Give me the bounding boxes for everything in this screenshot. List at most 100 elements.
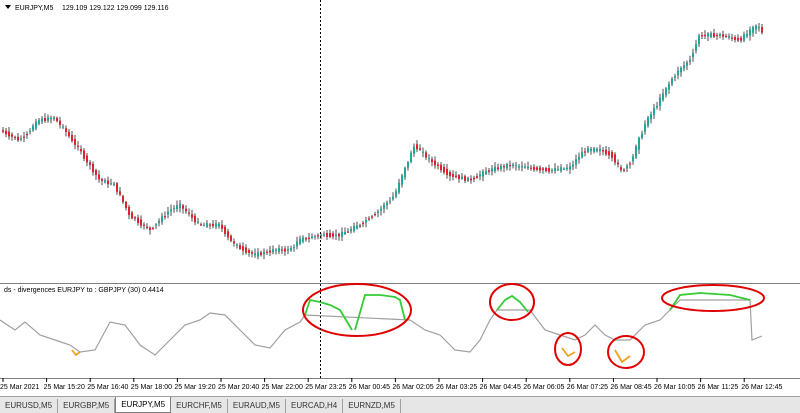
time-tick-label: 26 Mar 12:45	[741, 384, 782, 391]
candle-body	[626, 165, 628, 169]
chart-tab-eurcad-h4[interactable]: EURCAD,H4	[286, 399, 344, 413]
candle-body	[329, 233, 331, 237]
candle-body	[194, 215, 196, 223]
candle-body	[563, 168, 565, 170]
time-tick-label: 26 Mar 10:05	[654, 384, 695, 391]
candle-body	[275, 249, 277, 251]
candle-body	[644, 123, 646, 133]
candle-body	[386, 202, 388, 206]
chart-tab-eurusd-m5[interactable]: EURUSD,M5	[0, 399, 59, 413]
candle-body	[47, 117, 49, 121]
chart-tab-eurchf-m5[interactable]: EURCHF,M5	[171, 399, 228, 413]
candle-body	[473, 177, 475, 180]
candle-body	[389, 200, 391, 202]
candle-body	[638, 137, 640, 150]
candle-body	[152, 227, 154, 230]
candle-body	[287, 249, 289, 251]
candle-body	[185, 208, 187, 212]
candle-body	[110, 183, 112, 185]
candle-body	[695, 44, 697, 51]
candle-body	[248, 250, 250, 253]
candle-body	[311, 236, 313, 239]
time-tick-label: 26 Mar 03:25	[436, 384, 477, 391]
candle-body	[521, 165, 523, 168]
candle-body	[713, 33, 715, 37]
candle-body	[467, 177, 469, 181]
candle-body	[704, 34, 706, 37]
candle-body	[365, 219, 367, 223]
candle-body	[692, 52, 694, 58]
candle-body	[74, 139, 76, 145]
candle-body	[680, 67, 682, 73]
candle-body	[668, 83, 670, 90]
candle-body	[485, 171, 487, 174]
candle-body	[536, 167, 538, 170]
candle-body	[38, 120, 40, 124]
candle-body	[650, 114, 652, 120]
candle-body	[602, 150, 604, 152]
chart-tab-eurgbp-m5[interactable]: EURGBP,M5	[58, 399, 116, 413]
candle-body	[233, 241, 235, 244]
candle-body	[302, 237, 304, 242]
chart-tab-euraud-m5[interactable]: EURAUD,M5	[227, 399, 286, 413]
time-tick-label: 26 Mar 11:25	[698, 384, 739, 391]
candle-body	[443, 166, 445, 173]
candle-body	[656, 105, 658, 108]
candle-body	[77, 145, 79, 148]
candle-body	[131, 212, 133, 219]
chart-tab-eurjpy-m5[interactable]: EURJPY,M5	[115, 397, 172, 413]
candle-body	[581, 152, 583, 158]
candle-body	[182, 205, 184, 209]
candle-body	[635, 146, 637, 158]
candle-body	[701, 34, 703, 37]
candle-body	[470, 178, 472, 181]
candle-body	[746, 33, 748, 37]
candle-body	[227, 231, 229, 238]
candle-body	[755, 25, 757, 30]
candle-body	[245, 247, 247, 253]
candle-body	[251, 252, 253, 254]
candle-body	[728, 36, 730, 38]
candle-body	[413, 146, 415, 154]
candle-body	[23, 136, 25, 138]
candle-body	[707, 33, 709, 37]
candle-body	[686, 62, 688, 66]
candle-body	[740, 37, 742, 41]
time-tick-label: 25 Mar 18:00	[131, 384, 172, 391]
candle-body	[2, 130, 4, 132]
candle-body	[53, 117, 55, 120]
candle-body	[662, 93, 664, 100]
candle-body	[758, 26, 760, 29]
chart-area[interactable]: EURJPY,M5 129.109 129.122 129.099 129.11…	[0, 0, 800, 396]
candle-body	[266, 251, 268, 253]
candle-body	[416, 144, 418, 150]
candle-body	[347, 231, 349, 233]
candle-body	[560, 167, 562, 171]
candle-body	[455, 175, 457, 178]
candle-body	[506, 163, 508, 169]
candle-body	[368, 218, 370, 220]
candle-body	[29, 130, 31, 132]
candle-body	[167, 211, 169, 215]
candle-body	[677, 70, 679, 76]
candle-body	[359, 225, 361, 227]
time-tick-label: 26 Mar 08:45	[610, 384, 651, 391]
candle-body	[68, 131, 70, 137]
candle-body	[155, 224, 157, 226]
candle-body	[221, 224, 223, 229]
candle-body	[398, 182, 400, 193]
candle-body	[113, 183, 115, 186]
candle-body	[614, 154, 616, 163]
candle-body	[749, 29, 751, 36]
candle-body	[59, 120, 61, 125]
chart-tab-bar: EURUSD,M5 EURGBP,M5 EURJPY,M5 EURCHF,M5 EURA…	[0, 396, 800, 413]
candle-body	[698, 35, 700, 45]
chart-tab-eurnzd-m5[interactable]: EURNZD,M5	[343, 399, 401, 413]
candle-body	[488, 170, 490, 172]
candle-body	[212, 223, 214, 227]
candle-body	[305, 238, 307, 240]
candle-body	[191, 214, 193, 218]
candle-body	[737, 37, 739, 41]
candle-body	[14, 136, 16, 139]
candle-body	[374, 214, 376, 216]
